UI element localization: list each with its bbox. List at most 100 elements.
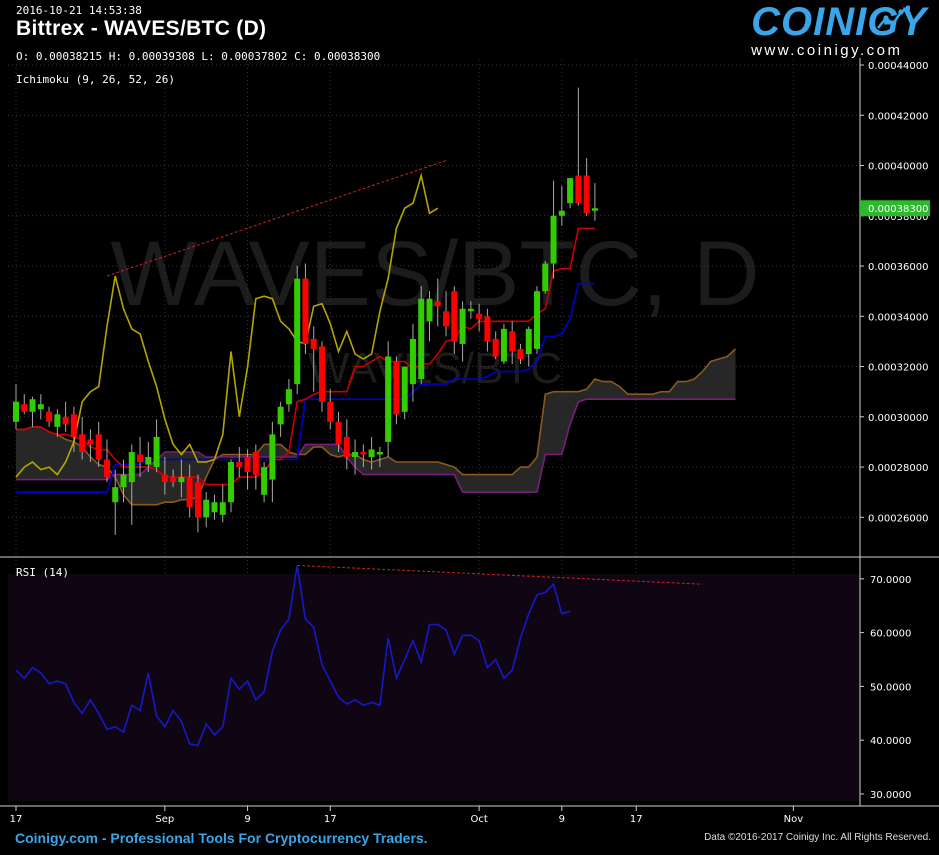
candle-body (170, 477, 177, 483)
price-tick-label: 0.00040000 (868, 162, 928, 173)
rsi-tick-label: 60.0000 (870, 629, 911, 640)
candle-body (575, 175, 582, 204)
timestamp: 2016-10-21 14:53:38 (16, 4, 142, 17)
candle-body (161, 474, 168, 483)
watermark-sub: WAVES/BTC (308, 344, 562, 393)
rsi-label[interactable]: RSI (14) (16, 566, 69, 579)
candle-body (443, 311, 450, 327)
candle-body (550, 215, 557, 264)
candle-body (128, 451, 135, 483)
candle-body (376, 451, 383, 455)
candle-body (534, 291, 541, 349)
price-tick-label: 0.00030000 (868, 413, 928, 424)
rsi-tick-label: 40.0000 (870, 736, 911, 747)
chart-title: Bittrex - WAVES/BTC (D) (16, 17, 267, 40)
candle-body (467, 308, 474, 312)
candle-body (525, 328, 532, 354)
chikou-span (15, 172, 439, 478)
price-tick-label: 0.00042000 (868, 111, 928, 122)
candle-body (401, 366, 408, 412)
candle-body (13, 401, 19, 422)
watermark-main: WAVES/BTC, D (110, 223, 759, 325)
candle-body (302, 278, 309, 344)
candle-body (285, 389, 292, 405)
candle-body (87, 439, 94, 445)
candle-body (37, 404, 44, 410)
price-tick-label: 0.00034000 (868, 312, 928, 323)
candle-body (137, 454, 144, 463)
candle-body (236, 462, 243, 468)
candle-body (492, 338, 499, 357)
candle-body (46, 411, 53, 422)
price-tick-label: 0.00036000 (868, 262, 928, 273)
time-tick-label: 17 (630, 814, 643, 825)
time-tick-label: Sep (155, 814, 174, 825)
candle-body (211, 502, 218, 513)
sparkline-icon (877, 5, 911, 29)
price-tick-label: 0.00026000 (868, 513, 928, 524)
time-tick-label: 17 (10, 814, 23, 825)
candle-body (409, 338, 416, 385)
candle-body (219, 502, 226, 515)
candle-body (310, 338, 317, 349)
candle-body (277, 406, 284, 425)
logo-url: www.coinigy.com (751, 42, 903, 59)
candle-body (54, 414, 61, 427)
candle-body (186, 477, 193, 508)
footer-tagline[interactable]: Coinigy.com - Professional Tools For Cry… (15, 830, 428, 846)
candle-body (62, 416, 69, 425)
candle-body (476, 313, 483, 319)
candle-body (318, 346, 325, 402)
ichimoku-lines (15, 160, 737, 506)
candle-body (343, 436, 350, 458)
candle-body (360, 451, 367, 455)
candle-body (418, 298, 425, 380)
coinigy-logo: COINIGY www.coinigy.com (751, 2, 927, 59)
chart-canvas: WAVES/BTC, D WAVES/BTC 0.00044000 0.00042… (0, 58, 939, 825)
candle-body (203, 499, 210, 518)
candle-body (120, 474, 127, 488)
time-tick-label: Oct (470, 814, 487, 825)
candle-body (95, 434, 102, 460)
time-tick-label: 9 (244, 814, 250, 825)
candle-body (194, 482, 201, 518)
rsi-tick-label: 70.0000 (870, 575, 911, 586)
candle-body (542, 263, 549, 292)
candle-body (145, 457, 152, 465)
time-tick-label: 9 (559, 814, 565, 825)
candle-body (451, 291, 458, 342)
candle-body (591, 208, 598, 211)
candle-body (70, 414, 77, 437)
candle-body (352, 451, 359, 458)
candle-body (153, 436, 160, 468)
candle-body (459, 308, 466, 344)
candle-body (583, 175, 590, 214)
candle-body (327, 401, 334, 422)
candle-body (335, 421, 342, 445)
candle-body (517, 348, 524, 360)
candle-body (103, 459, 110, 478)
candle-body (269, 434, 276, 480)
ohlc-readout: O: 0.00038215 H: 0.00039308 L: 0.0003780… (16, 50, 381, 63)
candle-body (294, 278, 301, 385)
rsi-background (8, 574, 860, 801)
candle-body (244, 457, 251, 473)
indicator-label[interactable]: Ichimoku (9, 26, 52, 26) (16, 73, 175, 86)
candle-body (21, 404, 28, 412)
candle-body (79, 434, 86, 452)
candle-body (385, 356, 392, 442)
last-price-label: 0.00038300 (868, 204, 928, 215)
rsi-tick-label: 30.0000 (870, 790, 911, 801)
candle-body (426, 298, 433, 322)
rsi-panel (8, 574, 860, 801)
candle-body (509, 331, 516, 352)
candle-body (434, 301, 441, 307)
candle-body (368, 449, 375, 458)
rsi-tick-label: 50.0000 (870, 682, 911, 693)
candle-body (500, 328, 507, 362)
candle-body (567, 178, 574, 204)
candle-body (252, 451, 259, 475)
candle-body (393, 361, 400, 415)
time-tick-label: 17 (324, 814, 337, 825)
candle-body (29, 399, 36, 412)
